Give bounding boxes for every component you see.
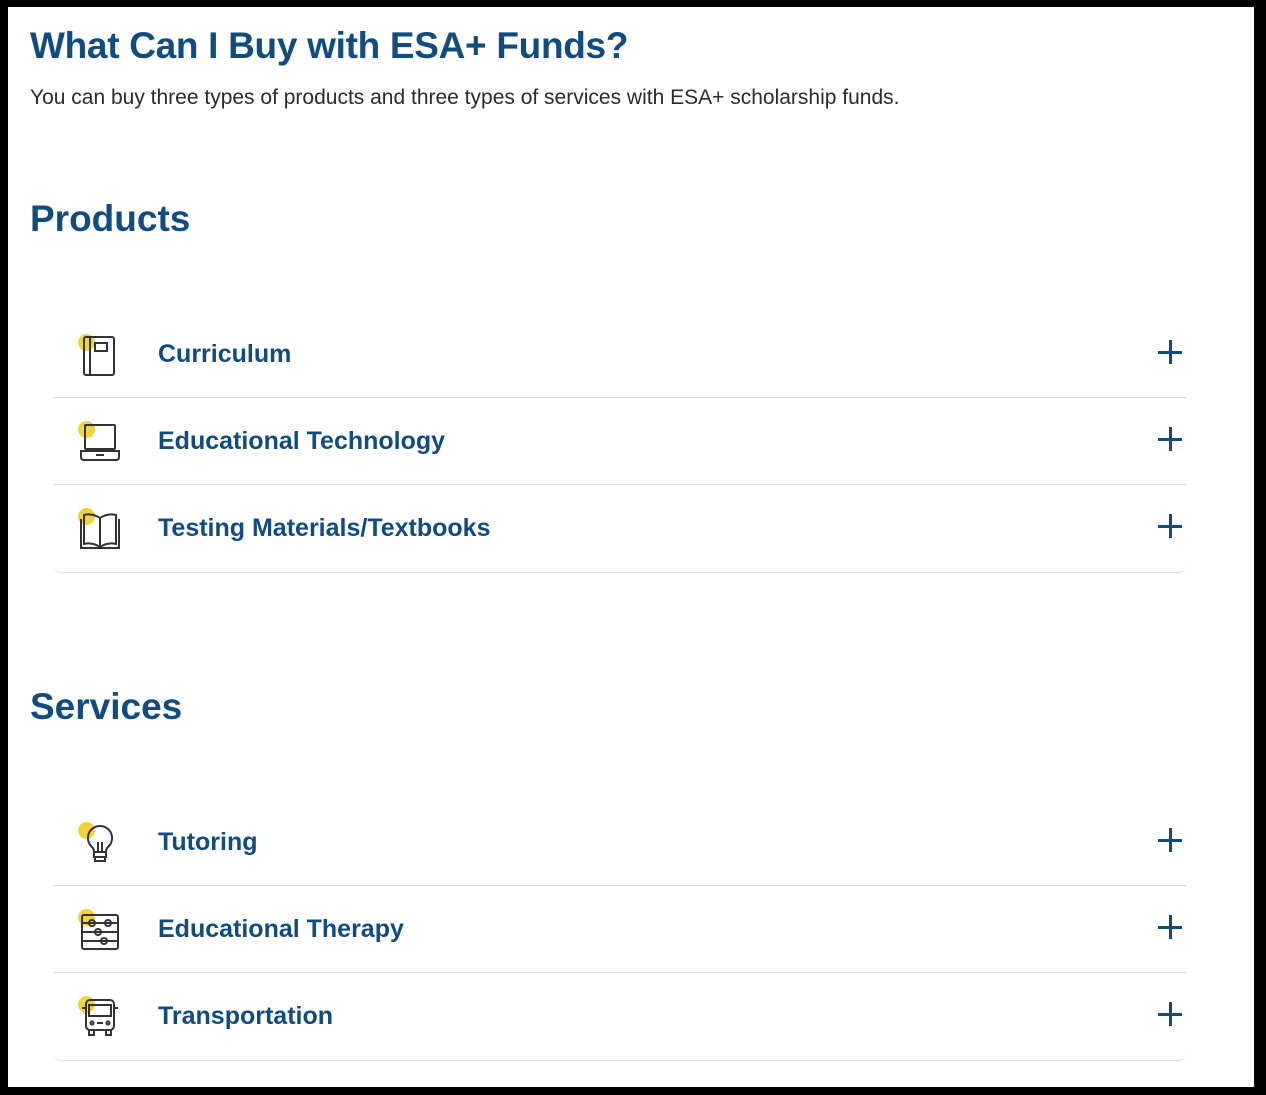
accordion-label: Curriculum <box>158 339 292 368</box>
notebook-icon <box>78 334 122 378</box>
services-accordion: Tutoring Educational Therapy Transportat… <box>53 799 1186 1061</box>
open-book-icon <box>78 508 122 552</box>
accordion-label: Testing Materials/Textbooks <box>158 514 491 542</box>
plus-icon[interactable] <box>1158 1002 1184 1028</box>
plus-icon[interactable] <box>1158 915 1184 941</box>
accordion-label: Transportation <box>158 1002 334 1030</box>
plus-icon[interactable] <box>1158 828 1184 854</box>
accordion-label: Educational Technology <box>158 426 446 455</box>
plus-icon[interactable] <box>1158 427 1184 453</box>
page-subtitle: You can buy three types of products and … <box>30 86 900 109</box>
plus-icon[interactable] <box>1158 514 1184 540</box>
accordion-label: Educational Therapy <box>158 914 404 943</box>
plus-icon[interactable] <box>1158 340 1184 366</box>
accordion-item-transportation[interactable]: Transportation <box>53 973 1186 1060</box>
accordion-label: Tutoring <box>158 827 258 856</box>
bus-icon <box>78 996 122 1040</box>
accordion-item-educational-technology[interactable]: Educational Technology <box>53 398 1186 485</box>
abacus-icon <box>78 909 122 953</box>
services-heading: Services <box>30 686 183 727</box>
products-accordion: Curriculum Educational Technology Testin… <box>53 311 1186 573</box>
accordion-item-educational-therapy[interactable]: Educational Therapy <box>53 886 1186 973</box>
accordion-item-testing-materials[interactable]: Testing Materials/Textbooks <box>53 485 1186 572</box>
laptop-icon <box>78 421 122 465</box>
accordion-item-curriculum[interactable]: Curriculum <box>53 311 1186 398</box>
lightbulb-icon <box>78 822 122 866</box>
page-frame: What Can I Buy with ESA+ Funds? You can … <box>8 7 1254 1087</box>
page-title: What Can I Buy with ESA+ Funds? <box>30 25 629 66</box>
products-heading: Products <box>30 198 191 239</box>
accordion-item-tutoring[interactable]: Tutoring <box>53 799 1186 886</box>
